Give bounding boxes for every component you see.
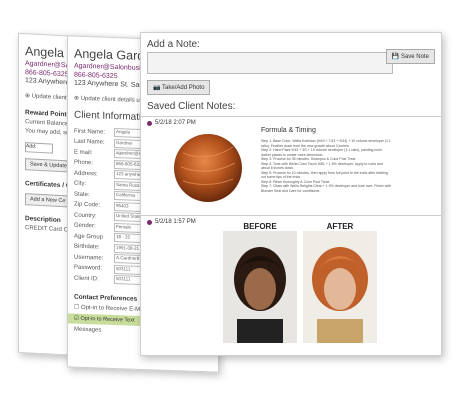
formula-step: Step 7: Gloss with Wella Relights Clear …: [261, 184, 391, 193]
field-label: Phone:: [74, 159, 94, 167]
field-label: Last Name:: [74, 138, 105, 146]
formula-title: Formula & Timing: [261, 127, 316, 134]
before-photo[interactable]: BEFORE: [223, 222, 297, 348]
take-add-photo-button[interactable]: 📷 Take/Add Photo: [147, 80, 211, 95]
field-label: Password:: [74, 264, 103, 272]
field-label: E mail:: [74, 149, 93, 156]
field-label: Address:: [74, 170, 98, 178]
client-notes-panel: Add a Note: 💾 Save Note 📷 Take/Add Photo…: [140, 32, 442, 356]
hair-color-swatch-image[interactable]: [173, 133, 243, 203]
bullet-icon: [147, 120, 152, 126]
add-new-certificate-button[interactable]: Add a New Ce: [25, 192, 71, 208]
field-label: Country:: [74, 212, 97, 220]
formula-step: Step 5: Process for 10 minutes, then app…: [261, 170, 388, 180]
bullet-icon: [147, 219, 152, 225]
after-portrait-image: [303, 231, 377, 343]
note-item: 5/2/18 2:07 PM Formula & Timing Step 1: …: [141, 116, 441, 215]
formula-step: Step 4: Tone with Wella Color Touch 8/81…: [261, 161, 383, 171]
field-label: Client ID:: [74, 275, 99, 283]
field-label: Zip Code:: [74, 201, 101, 209]
save-note-button[interactable]: 💾 Save Note: [385, 49, 435, 64]
before-label: BEFORE: [243, 222, 277, 231]
note-date: 5/2/18 2:07 PM: [147, 120, 441, 126]
note-textarea[interactable]: [147, 52, 393, 74]
field-label: Birthdate:: [74, 243, 100, 251]
field-label: Username:: [74, 254, 104, 262]
field-label: Age Group: [74, 233, 104, 241]
before-portrait-image: [223, 231, 297, 343]
after-photo[interactable]: AFTER: [303, 222, 377, 348]
after-label: AFTER: [326, 222, 354, 231]
formula-steps: Step 1: Base Color: Wella Koleston (9/43…: [261, 139, 391, 193]
save-icon: 💾: [391, 54, 400, 60]
field-label: First Name:: [74, 128, 106, 136]
formula-step: Step 1: Base Color: Wella Koleston (9/43…: [261, 139, 391, 148]
saved-notes-heading: Saved Client Notes:: [147, 101, 236, 112]
field-label: Gender:: [74, 222, 96, 230]
note-item: 5/2/18 1:57 PM BEFORE AFTER: [141, 215, 441, 346]
formula-step: Step 2: Hand Paint 9/43 + 3G + 10 volume…: [261, 148, 383, 157]
field-label: State:: [74, 191, 90, 198]
camera-icon: 📷: [153, 85, 161, 91]
field-label: City:: [74, 180, 86, 188]
